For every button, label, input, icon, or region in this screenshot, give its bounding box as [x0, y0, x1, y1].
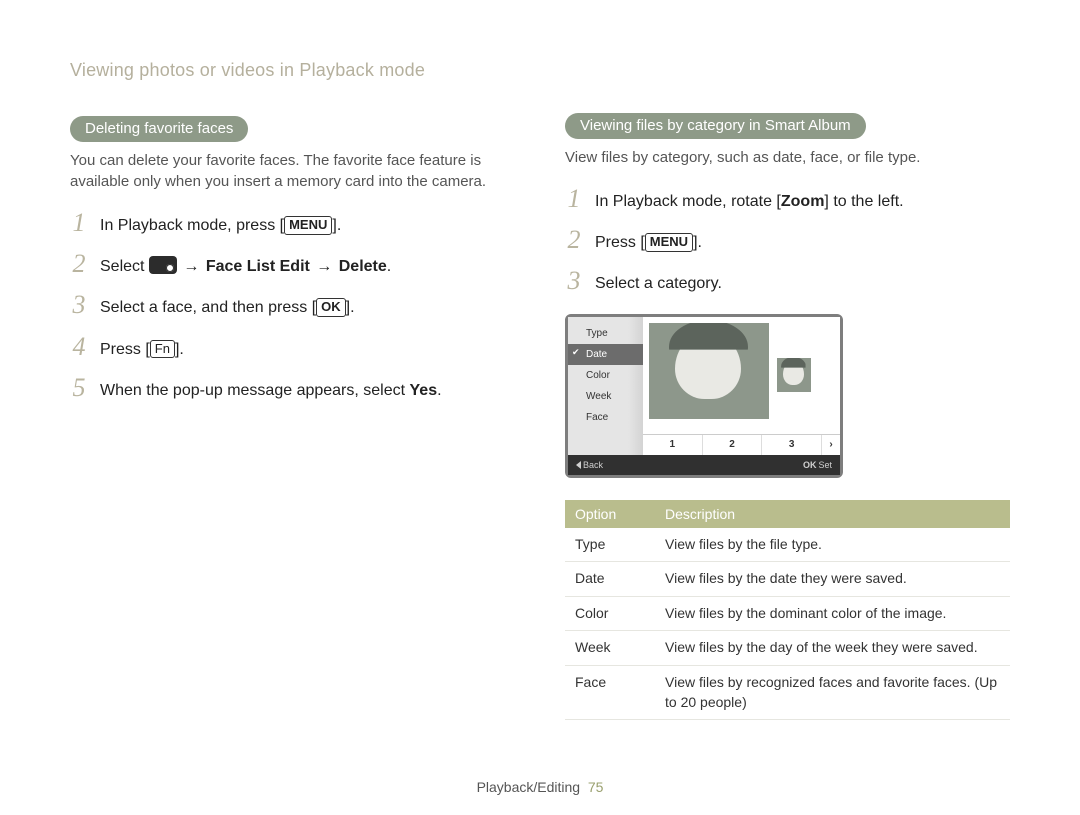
right-column: Viewing files by category in Smart Album…: [565, 60, 1010, 750]
back-arrow-icon: [576, 461, 581, 469]
screen-footer: Back OKSet: [568, 455, 840, 475]
menu-item-date: Date: [568, 344, 643, 365]
step-number: 4: [70, 334, 88, 360]
step-2: 2 Select → Face List Edit → Delete.: [70, 251, 515, 278]
step-text: Select a face, and then press [: [100, 299, 316, 316]
step-text: ].: [693, 234, 702, 251]
breadcrumb: Viewing photos or videos in Playback mod…: [70, 60, 515, 81]
thumbnail-large: [649, 323, 769, 419]
thumbnail-area: 123›: [643, 317, 840, 455]
step-text: ].: [332, 217, 341, 234]
option-name: Week: [565, 631, 655, 666]
fn-button-icon: Fn: [150, 340, 175, 359]
arrow-icon: →: [177, 258, 206, 275]
step-text: ].: [175, 341, 184, 358]
steps-right: 1 In Playback mode, rotate [Zoom] to the…: [565, 186, 1010, 296]
step-text: ] to the left.: [824, 193, 903, 210]
zoom-label: Zoom: [781, 193, 825, 210]
option-description: View files by the day of the week they w…: [655, 631, 1010, 666]
step-number: 5: [70, 375, 88, 401]
step-number: 3: [70, 292, 88, 318]
pager-next-icon: ›: [822, 435, 840, 455]
table-row: DateView files by the date they were sav…: [565, 562, 1010, 597]
table-row: WeekView files by the day of the week th…: [565, 631, 1010, 666]
step-text: Press [: [595, 234, 645, 251]
footer-section: Playback/Editing: [477, 779, 581, 795]
step-1: 1 In Playback mode, rotate [Zoom] to the…: [565, 186, 1010, 213]
option-name: Type: [565, 528, 655, 562]
step-text: In Playback mode, press [: [100, 217, 284, 234]
camera-screen: TypeDateColorWeekFace 123› Back OKSet: [565, 314, 843, 478]
step-1: 1 In Playback mode, press [MENU].: [70, 210, 515, 237]
intro-right: View files by category, such as date, fa…: [565, 147, 1010, 168]
option-name: Color: [565, 596, 655, 631]
step-number: 2: [565, 227, 583, 253]
heading-deleting-favorite-faces: Deleting favorite faces: [70, 116, 248, 142]
step-text: .: [437, 382, 441, 399]
settings-icon: [149, 256, 177, 274]
step-3: 3 Select a face, and then press [OK].: [70, 292, 515, 319]
step-text: In Playback mode, rotate [: [595, 193, 781, 210]
category-menu: TypeDateColorWeekFace: [568, 317, 643, 455]
table-row: FaceView files by recognized faces and f…: [565, 665, 1010, 719]
option-description: View files by the file type.: [655, 528, 1010, 562]
pager-number: 3: [762, 435, 822, 455]
step-2: 2 Press [MENU].: [565, 227, 1010, 254]
step-3: 3 Select a category.: [565, 268, 1010, 295]
yes-label: Yes: [410, 382, 438, 399]
step-5: 5 When the pop-up message appears, selec…: [70, 375, 515, 402]
page-number: 75: [588, 779, 604, 795]
step-number: 2: [70, 251, 88, 277]
option-description: View files by recognized faces and favor…: [655, 665, 1010, 719]
options-table: Option Description TypeView files by the…: [565, 500, 1010, 721]
ok-button-icon: OK: [316, 298, 346, 317]
menu-item-week: Week: [568, 386, 643, 407]
table-row: ColorView files by the dominant color of…: [565, 596, 1010, 631]
thumbnail-small: [777, 358, 811, 392]
arrow-icon: →: [310, 258, 339, 275]
menu-item-face: Face: [568, 407, 643, 428]
set-label: Set: [818, 460, 832, 470]
face-icon: [675, 332, 741, 399]
menu-button-icon: MENU: [284, 216, 332, 235]
page: Viewing photos or videos in Playback mod…: [0, 0, 1080, 750]
pager: 123›: [643, 434, 840, 455]
step-text: When the pop-up message appears, select: [100, 382, 410, 399]
table-row: TypeView files by the file type.: [565, 528, 1010, 562]
heading-smart-album: Viewing files by category in Smart Album: [565, 113, 866, 139]
table-head-option: Option: [565, 500, 655, 528]
menu-path-item: Face List Edit: [206, 258, 310, 275]
pager-number: 2: [703, 435, 763, 455]
step-number: 1: [565, 186, 583, 212]
step-text: Press [: [100, 341, 150, 358]
step-text: .: [387, 258, 391, 275]
step-number: 3: [565, 268, 583, 294]
menu-item-type: Type: [568, 323, 643, 344]
menu-path-item: Delete: [339, 258, 387, 275]
step-text: Select a category.: [595, 268, 722, 295]
step-text: Select: [100, 258, 149, 275]
step-number: 1: [70, 210, 88, 236]
menu-item-color: Color: [568, 365, 643, 386]
back-label: Back: [583, 460, 603, 470]
table-head-description: Description: [655, 500, 1010, 528]
steps-left: 1 In Playback mode, press [MENU]. 2 Sele…: [70, 210, 515, 402]
option-description: View files by the dominant color of the …: [655, 596, 1010, 631]
ok-icon: OK: [803, 460, 817, 470]
intro-left: You can delete your favorite faces. The …: [70, 150, 515, 192]
pager-number: 1: [643, 435, 703, 455]
option-name: Date: [565, 562, 655, 597]
option-name: Face: [565, 665, 655, 719]
step-4: 4 Press [Fn].: [70, 334, 515, 361]
left-column: Viewing photos or videos in Playback mod…: [70, 60, 515, 750]
face-icon: [783, 361, 803, 385]
step-text: ].: [346, 299, 355, 316]
page-footer: Playback/Editing 75: [0, 779, 1080, 795]
menu-button-icon: MENU: [645, 233, 693, 252]
option-description: View files by the date they were saved.: [655, 562, 1010, 597]
